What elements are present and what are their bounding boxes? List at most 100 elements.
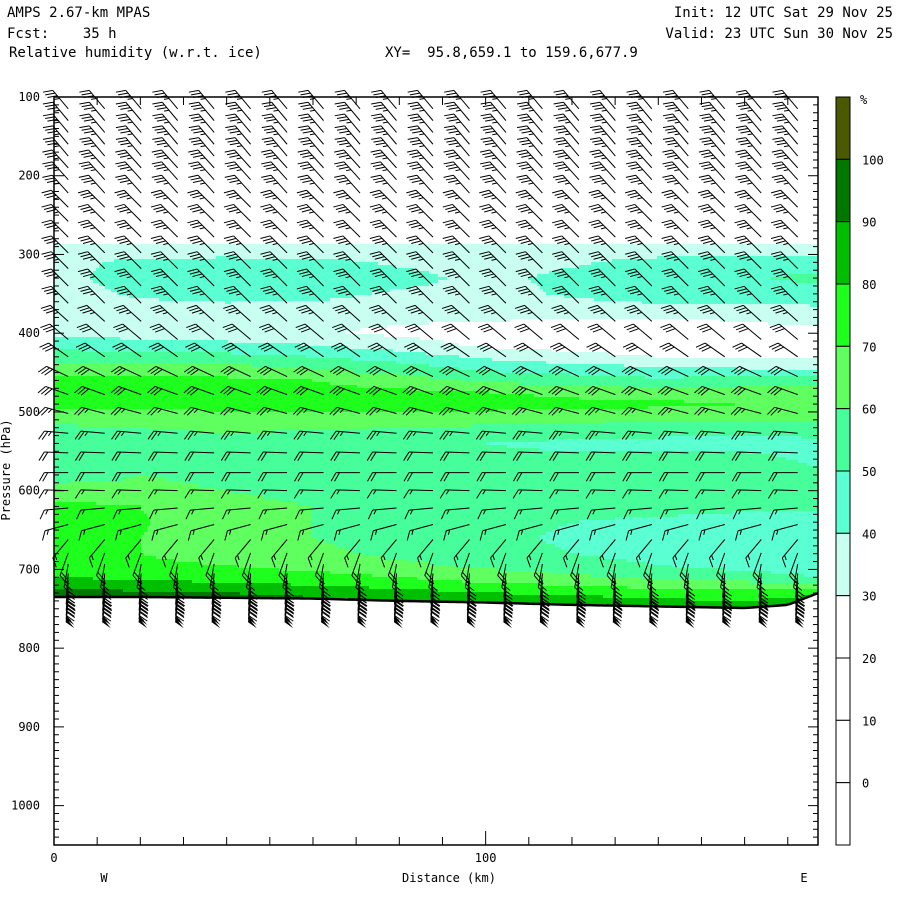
rh-contour-cell: [54, 511, 144, 514]
barb-staff: [668, 342, 689, 358]
barb-full: [445, 163, 456, 168]
barb-half: [674, 109, 680, 112]
wind-barb: [515, 203, 543, 222]
barb-full: [594, 154, 605, 158]
barb-full: [663, 192, 674, 196]
barb-staff: [450, 323, 470, 340]
rh-contour-cell: [183, 481, 818, 484]
barb-full: [296, 189, 307, 194]
barb-full: [229, 179, 240, 184]
barb-full: [557, 118, 569, 122]
barb-full: [119, 179, 130, 184]
barb-full: [150, 235, 161, 240]
rh-contour-cell: [54, 340, 228, 343]
barb-full: [447, 240, 458, 244]
barb-full: [519, 128, 530, 131]
barb-full: [79, 125, 90, 129]
wind-barb: [515, 189, 543, 208]
barb-full: [518, 237, 529, 242]
barb-full: [375, 142, 386, 146]
barb-full: [81, 139, 92, 143]
barb-half: [236, 169, 242, 172]
barb-full: [265, 154, 276, 158]
barb-full: [261, 174, 272, 178]
barb-half: [638, 121, 644, 124]
wind-barb: [588, 219, 616, 238]
rh-contour-cell: [330, 298, 594, 301]
barb-full: [190, 177, 201, 181]
barb-half: [455, 109, 461, 112]
barb-full: [334, 101, 345, 105]
wind-barb: [734, 203, 762, 222]
barb-full: [373, 128, 384, 131]
barb-full: [626, 113, 637, 117]
barb-full: [661, 235, 672, 240]
barb-full: [518, 177, 529, 181]
barb-full: [443, 174, 454, 178]
barb-full: [592, 139, 603, 143]
rh-contour-cell: [54, 361, 396, 364]
barb-full: [229, 130, 240, 134]
barb-full: [736, 192, 747, 196]
rh-contour-cell: [393, 349, 552, 352]
barb-full: [739, 194, 750, 199]
barb-full: [441, 323, 452, 329]
barb-full: [154, 128, 165, 131]
barb-full: [776, 166, 787, 170]
barb-full: [116, 222, 127, 226]
barb-full: [42, 137, 53, 140]
cross-section-endpoints: XY= 95.8,659.1 to 159.6,677.9: [385, 45, 638, 61]
barb-full: [371, 101, 382, 105]
barb-half: [455, 157, 461, 160]
barb-full: [479, 174, 490, 178]
wind-barb: [223, 203, 251, 222]
wind-barb: [661, 189, 689, 208]
barb-full: [372, 152, 383, 156]
barb-full: [737, 177, 748, 181]
rh-contour-cell: [150, 520, 312, 523]
rh-contour-cell: [54, 427, 150, 430]
barb-full: [339, 118, 350, 122]
barb-full: [553, 125, 564, 129]
rh-contour-cell: [105, 286, 411, 289]
barb-full: [517, 325, 527, 331]
barb-full: [266, 130, 277, 134]
rh-contour-cell: [795, 280, 818, 283]
barb-full: [517, 101, 528, 105]
barb-half: [492, 97, 498, 100]
barb-full: [190, 163, 201, 168]
barb-full: [661, 203, 672, 208]
wind-barb: [550, 323, 580, 340]
barb-half: [199, 227, 205, 230]
barb-full: [446, 92, 457, 96]
rh-contour-cell: [54, 316, 818, 319]
barb-full: [339, 107, 350, 110]
barb-half: [309, 211, 315, 214]
barb-full: [700, 222, 711, 226]
barb-full: [553, 137, 564, 140]
barb-full: [263, 128, 274, 131]
barb-full: [516, 149, 527, 153]
barb-full: [333, 203, 344, 208]
barb-full: [480, 89, 491, 93]
rh-contour-cell: [54, 469, 818, 472]
barb-full: [521, 107, 532, 110]
barb-half: [127, 145, 133, 148]
below-ground-mask: [54, 593, 818, 845]
barb-full: [444, 113, 455, 117]
barb-full: [372, 163, 383, 168]
rh-contour-cell: [54, 373, 399, 376]
barb-full: [371, 113, 382, 117]
barb-half: [637, 169, 643, 172]
barb-full: [188, 149, 199, 153]
rh-contour-cell: [684, 400, 818, 403]
barb-full: [299, 222, 310, 226]
rh-contour-cell: [54, 589, 123, 592]
rh-contour-cell: [141, 538, 318, 541]
colorbar-segment: [835, 595, 851, 659]
rh-contour-cell: [54, 532, 144, 535]
barb-full: [373, 328, 384, 333]
barb-full: [446, 139, 457, 143]
wind-barb: [698, 174, 726, 194]
barb-full: [409, 92, 420, 96]
